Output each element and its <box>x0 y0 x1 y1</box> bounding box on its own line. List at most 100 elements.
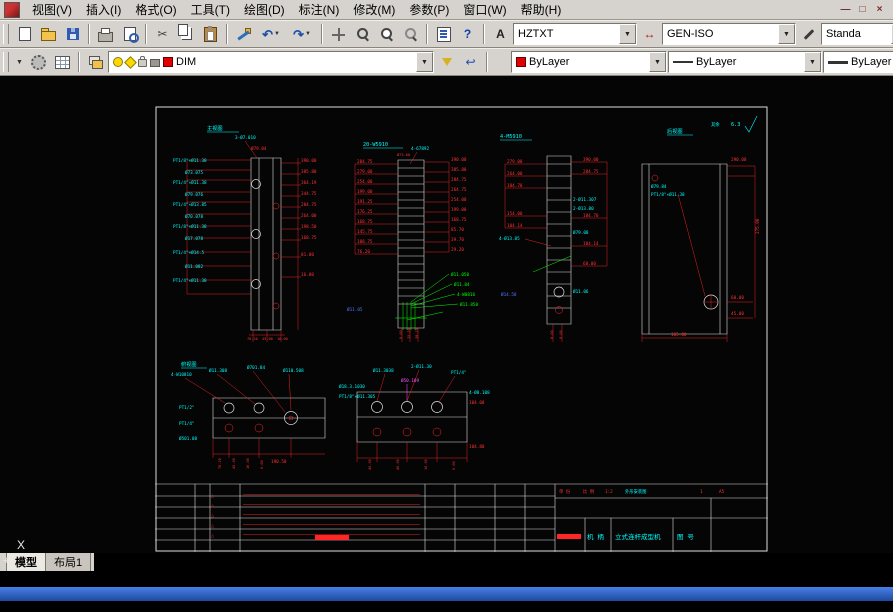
open-button[interactable] <box>37 23 60 45</box>
menu-format[interactable]: 格式(O) <box>128 0 183 19</box>
layer-states-button[interactable] <box>51 51 74 73</box>
tab-layout1[interactable]: 布局1 <box>45 551 92 571</box>
layer-on-icon[interactable] <box>113 57 123 67</box>
plot-preview-button[interactable] <box>118 23 141 45</box>
toolbar-grip[interactable] <box>3 24 9 44</box>
redo-button[interactable]: ↷ ▼ <box>287 23 317 45</box>
chevron-down-icon[interactable]: ▼ <box>649 52 666 72</box>
layer-plot-icon[interactable] <box>150 58 160 67</box>
chevron-down-icon[interactable]: ▼ <box>619 24 636 44</box>
menu-draw[interactable]: 绘图(D) <box>237 0 292 19</box>
zoom-previous-button[interactable] <box>399 23 422 45</box>
linetype-combo[interactable]: ByLayer ▼ <box>668 51 822 73</box>
redacted-bar <box>315 535 349 540</box>
dim-text: 254.00 <box>357 179 373 185</box>
dim-text: 198.50 <box>301 224 317 230</box>
copy-button[interactable] <box>175 23 198 45</box>
note-text: Ø79.84 <box>651 183 667 190</box>
redo-dropdown-arrow[interactable]: ▼ <box>305 31 311 37</box>
dim-text: 45.00 <box>232 458 236 469</box>
linetype-value: ByLayer <box>696 56 737 68</box>
note-text: Ø79.08 <box>573 229 589 236</box>
save-button[interactable] <box>61 23 84 45</box>
autocad-window: 视图(V) 插入(I) 格式(O) 工具(T) 绘图(D) 标注(N) 修改(M… <box>0 0 893 612</box>
menu-dimension[interactable]: 标注(N) <box>292 0 347 19</box>
drawing-number-label: 图 号 <box>677 533 694 541</box>
table-style-combo[interactable]: Standa ▼ <box>821 23 893 45</box>
layer-previous-button[interactable]: ↩ <box>459 51 482 73</box>
plot-button[interactable] <box>94 23 117 45</box>
dim-text: 364.19 <box>301 180 317 186</box>
part-name: 机 柄 <box>587 532 604 541</box>
dim-text: 390.00 <box>583 157 599 163</box>
dim-text: 284.75 <box>583 169 599 175</box>
menu-parametric[interactable]: 参数(P) <box>402 0 456 19</box>
dim-style-combo[interactable]: GEN-ISO ▼ <box>662 23 796 45</box>
close-button[interactable]: × <box>872 4 887 15</box>
menu-help[interactable]: 帮助(H) <box>514 0 569 19</box>
dim-style-icon: ↔ <box>643 27 656 41</box>
titleblock-text: 1 <box>700 489 703 495</box>
new-button[interactable] <box>13 23 36 45</box>
layer-previous-icon: ↩ <box>465 55 476 69</box>
table-style-button[interactable] <box>797 23 820 45</box>
standards-button[interactable] <box>27 51 50 73</box>
menu-view[interactable]: 视图(V) <box>25 0 79 19</box>
sheet-border <box>155 106 768 552</box>
undo-button[interactable]: ↶ ▼ <box>256 23 286 45</box>
note-text: PT1/4"×Ø14.5 <box>173 249 204 256</box>
match-properties-button[interactable] <box>232 23 255 45</box>
properties-button[interactable] <box>432 23 455 45</box>
layer-lock-icon[interactable] <box>138 56 147 67</box>
lineweight-combo[interactable]: ByLayer ▼ <box>823 51 893 73</box>
note-text: PT1/4"×Ø11.38 <box>173 277 207 284</box>
menu-window[interactable]: 窗口(W) <box>456 0 513 19</box>
chevron-down-icon[interactable]: ▼ <box>416 52 433 72</box>
tab-row: 模型 布局1 <box>0 551 893 571</box>
dim-text: 60.00 <box>731 295 744 301</box>
make-object-layer-current-button[interactable] <box>435 51 458 73</box>
lineweight-value: ByLayer <box>851 56 892 68</box>
zoom-window-button[interactable] <box>375 23 398 45</box>
dim-text: 264.00 <box>301 213 317 219</box>
help-button[interactable]: ? <box>456 23 479 45</box>
undo-dropdown-arrow[interactable]: ▼ <box>274 31 280 37</box>
view-c: 279.00 264.00 184.70 154.00 104.14 4-Ø13… <box>499 155 608 342</box>
tab-model[interactable]: 模型 <box>6 551 46 571</box>
command-window-bar[interactable] <box>0 587 893 601</box>
cut-button[interactable]: ✂ <box>151 23 174 45</box>
text-style-icon: A <box>496 27 505 41</box>
paste-button[interactable] <box>199 23 222 45</box>
text-style-button[interactable]: A <box>489 23 512 45</box>
zoom-realtime-button[interactable] <box>351 23 374 45</box>
pen-icon <box>803 28 814 40</box>
revision-triangle: △ <box>211 503 215 509</box>
layer-combo[interactable]: DIM ▼ <box>108 51 434 73</box>
menu-insert[interactable]: 插入(I) <box>79 0 128 19</box>
chevron-down-icon[interactable]: ▼ <box>804 52 821 72</box>
dim-text: 0.00 <box>559 330 563 339</box>
restore-button[interactable]: □ <box>855 4 870 15</box>
chevron-down-icon[interactable]: ▼ <box>778 24 795 44</box>
layer-thaw-icon[interactable] <box>124 55 137 69</box>
pan-button[interactable] <box>327 23 350 45</box>
linetype-preview-icon <box>673 61 693 63</box>
toolbar-overflow-button[interactable]: ▼ <box>13 51 26 73</box>
menu-tools[interactable]: 工具(T) <box>184 0 237 19</box>
color-combo[interactable]: ByLayer ▼ <box>511 51 667 73</box>
menu-modify[interactable]: 修改(M) <box>346 0 402 19</box>
view-f: Ø11.3038 2-Ø11.30 PT1/4" Ø50.109 Ø18.3.1… <box>339 363 490 470</box>
note-text: 4-W10810 <box>171 372 192 378</box>
note-text: PT1/8"×Ø11.38 <box>173 223 207 230</box>
toolbar-separator <box>486 52 488 72</box>
layer-properties-button[interactable] <box>84 51 107 73</box>
color-swatch-red <box>516 57 526 67</box>
toolbar-grip[interactable] <box>3 52 9 72</box>
dim-text: 184.70 <box>507 183 523 189</box>
model-space[interactable]: 主视图 20-W5910 4-67892 4-M5910 后视图 俯视图 其余 … <box>0 76 893 567</box>
minimize-button[interactable]: — <box>838 4 853 15</box>
dim-style-button[interactable]: ↔ <box>638 23 661 45</box>
text-style-combo[interactable]: HZTXT ▼ <box>513 23 637 45</box>
titleblock-text: 1:2 <box>605 489 613 495</box>
dim-text: Ø73.00 <box>397 152 410 157</box>
